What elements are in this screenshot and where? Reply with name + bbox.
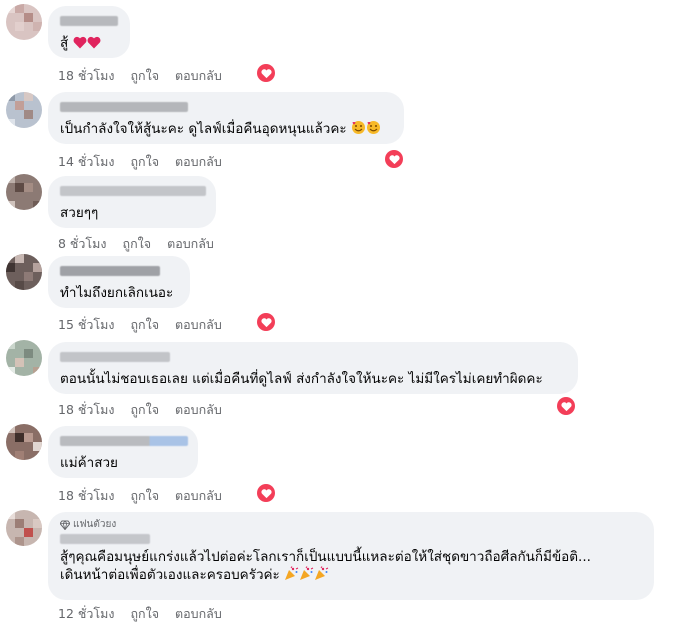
comment-timestamp[interactable]: 15 ชั่วโมง <box>58 315 114 335</box>
comment-text-line-1: สู้ๆคุณคือมนุษย์แกร่งแล้วไปต่อค่ะโลกเราก… <box>60 549 591 565</box>
like-button[interactable]: ถูกใจ <box>130 400 159 420</box>
comment-text: เป็นกำลังใจให้สู้นะคะ ดูไลฟ์เมื่อคืนอุดห… <box>60 121 347 137</box>
commenter-name[interactable] <box>60 352 170 362</box>
smiling-face-with-hearts-emoji-icon <box>351 121 365 134</box>
comment-timestamp[interactable]: 18 ชั่วโมง <box>58 486 114 506</box>
avatar[interactable] <box>6 424 42 460</box>
comment-timestamp[interactable]: 12 ชั่วโมง <box>58 604 114 624</box>
reply-button[interactable]: ตอบกลับ <box>175 400 222 420</box>
avatar[interactable] <box>6 92 42 128</box>
like-button[interactable]: ถูกใจ <box>130 486 159 506</box>
comment-text: ตอนนั้นไม่ชอบเธอเลย แต่เมื่อคืนที่ดูไลฟ์… <box>60 371 543 387</box>
fan-badge-label: แฟนตัวยง <box>73 519 117 530</box>
comment-bubble: แฟนตัวยง สู้ๆคุณคือมนุษย์แกร่งแล้วไปต่อค… <box>48 512 654 600</box>
like-button[interactable]: ถูกใจ <box>130 315 159 335</box>
comment-actions: 18 ชั่วโมง ถูกใจ ตอบกลับ <box>58 486 222 506</box>
comment-timestamp[interactable]: 8 ชั่วโมง <box>58 234 107 254</box>
comment-actions: 15 ชั่วโมง ถูกใจ ตอบกลับ <box>58 315 222 335</box>
love-reaction-icon[interactable] <box>257 64 275 82</box>
comment-actions: 14 ชั่วโมง ถูกใจ ตอบกลับ <box>58 152 222 172</box>
comment-actions: 8 ชั่วโมง ถูกใจ ตอบกลับ <box>58 234 214 254</box>
comment-actions: 18 ชั่วโมง ถูกใจ ตอบกลับ <box>58 66 222 86</box>
comment-actions: 12 ชั่วโมง ถูกใจ ตอบกลับ <box>58 604 222 624</box>
comment-text: สู้ <box>60 35 69 51</box>
comment-bubble: ทำไมถึงยกเลิกเนอะ <box>48 256 190 308</box>
commenter-name[interactable] <box>60 534 150 544</box>
party-popper-emoji-icon <box>300 566 314 580</box>
comment-timestamp[interactable]: 14 ชั่วโมง <box>58 152 114 172</box>
love-reaction-icon[interactable] <box>257 484 275 502</box>
diamond-badge-icon <box>60 520 70 530</box>
avatar[interactable] <box>6 510 42 546</box>
comment-actions: 18 ชั่วโมง ถูกใจ ตอบกลับ <box>58 400 222 420</box>
commenter-name[interactable] <box>60 436 188 446</box>
reply-button[interactable]: ตอบกลับ <box>175 486 222 506</box>
comment-text: สวยๆๆ <box>60 205 99 221</box>
commenter-name[interactable] <box>60 16 118 26</box>
comment-text: แม่ค้าสวย <box>60 455 118 471</box>
red-heart-emoji-icon <box>87 36 100 49</box>
avatar[interactable] <box>6 340 42 376</box>
love-reaction-icon[interactable] <box>385 150 403 168</box>
reply-button[interactable]: ตอบกลับ <box>167 234 214 254</box>
smiling-face-with-hearts-emoji-icon <box>366 121 380 134</box>
party-popper-emoji-icon <box>315 566 329 580</box>
fan-badge[interactable]: แฟนตัวยง <box>60 519 642 531</box>
like-button[interactable]: ถูกใจ <box>130 152 159 172</box>
party-popper-emoji-icon <box>285 566 299 580</box>
avatar[interactable] <box>6 4 42 40</box>
comment-bubble: แม่ค้าสวย <box>48 426 198 478</box>
reply-button[interactable]: ตอบกลับ <box>175 315 222 335</box>
commenter-name[interactable] <box>60 266 160 276</box>
like-button[interactable]: ถูกใจ <box>130 66 159 86</box>
comment-bubble: สวยๆๆ <box>48 176 216 228</box>
comment-bubble: ตอนนั้นไม่ชอบเธอเลย แต่เมื่อคืนที่ดูไลฟ์… <box>48 342 578 394</box>
reply-button[interactable]: ตอบกลับ <box>175 604 222 624</box>
comment-bubble: เป็นกำลังใจให้สู้นะคะ ดูไลฟ์เมื่อคืนอุดห… <box>48 92 404 144</box>
comment-text: ทำไมถึงยกเลิกเนอะ <box>60 285 174 301</box>
love-reaction-icon[interactable] <box>557 397 575 415</box>
reply-button[interactable]: ตอบกลับ <box>175 152 222 172</box>
avatar[interactable] <box>6 254 42 290</box>
like-button[interactable]: ถูกใจ <box>123 234 152 254</box>
reply-button[interactable]: ตอบกลับ <box>175 66 222 86</box>
love-reaction-icon[interactable] <box>257 313 275 331</box>
comment-bubble: สู้ <box>48 6 130 58</box>
red-heart-emoji-icon <box>73 36 86 49</box>
commenter-name[interactable] <box>60 102 188 112</box>
comment-text-line-2: เดินหน้าต่อเพื่อตัวเองและครอบครัวค่ะ <box>60 567 280 583</box>
comment-timestamp[interactable]: 18 ชั่วโมง <box>58 66 114 86</box>
comment-timestamp[interactable]: 18 ชั่วโมง <box>58 400 114 420</box>
like-button[interactable]: ถูกใจ <box>130 604 159 624</box>
avatar[interactable] <box>6 174 42 210</box>
commenter-name[interactable] <box>60 186 206 196</box>
